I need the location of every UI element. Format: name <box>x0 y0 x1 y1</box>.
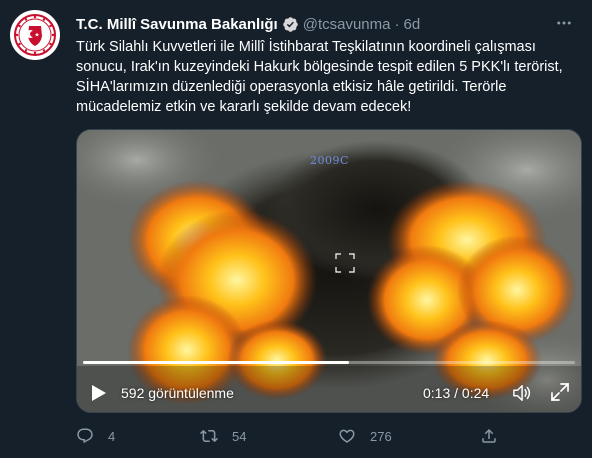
play-icon[interactable] <box>91 384 107 402</box>
like-button[interactable]: 276 <box>338 427 392 445</box>
volume-icon[interactable] <box>512 383 534 403</box>
retweet-button[interactable]: 54 <box>200 427 246 445</box>
share-button[interactable] <box>480 427 512 445</box>
share-icon <box>482 428 496 443</box>
author-name[interactable]: T.C. Millî Savunma Bakanlığı <box>76 16 278 33</box>
tweet-time[interactable]: 6d <box>403 16 420 33</box>
tweet-header: T.C. Millî Savunma Bakanlığı @tcsavunma … <box>76 13 576 35</box>
ministry-seal-icon <box>11 11 59 59</box>
more-options-button[interactable] <box>552 13 576 33</box>
tweet[interactable]: T.C. Millî Savunma Bakanlığı @tcsavunma … <box>0 0 592 458</box>
reply-count: 4 <box>108 428 116 444</box>
reply-button[interactable]: 4 <box>76 427 115 445</box>
avatar[interactable] <box>10 10 60 60</box>
view-count: 592 görüntülenme <box>121 385 234 401</box>
tweet-actions: 4 54 276 <box>76 427 516 447</box>
crosshair-icon <box>335 253 355 273</box>
separator-dot: · <box>394 15 400 33</box>
retweet-count: 54 <box>232 428 247 444</box>
like-icon <box>339 429 355 443</box>
video-player[interactable]: 2009C 592 görüntülenme 0:13 / 0:24 <box>76 129 582 413</box>
like-count: 276 <box>370 428 392 444</box>
verified-badge-icon <box>282 16 298 32</box>
author-handle[interactable]: @tcsavunma <box>303 16 391 33</box>
video-progress-fill <box>83 361 349 364</box>
video-frame <box>77 130 581 412</box>
video-progress-bar[interactable] <box>83 361 575 364</box>
video-timecode: 0:13 / 0:24 <box>423 385 490 401</box>
tweet-text: Türk Silahlı Kuvvetleri ile Millî İstihb… <box>76 37 581 117</box>
fullscreen-icon[interactable] <box>551 383 569 401</box>
more-options-icon <box>557 21 571 25</box>
retweet-icon <box>200 429 218 443</box>
video-overlay-label: 2009C <box>310 154 349 167</box>
tweet-text-content: Türk Silahlı Kuvvetleri ile Millî İstihb… <box>76 39 563 115</box>
reply-icon <box>77 428 93 444</box>
